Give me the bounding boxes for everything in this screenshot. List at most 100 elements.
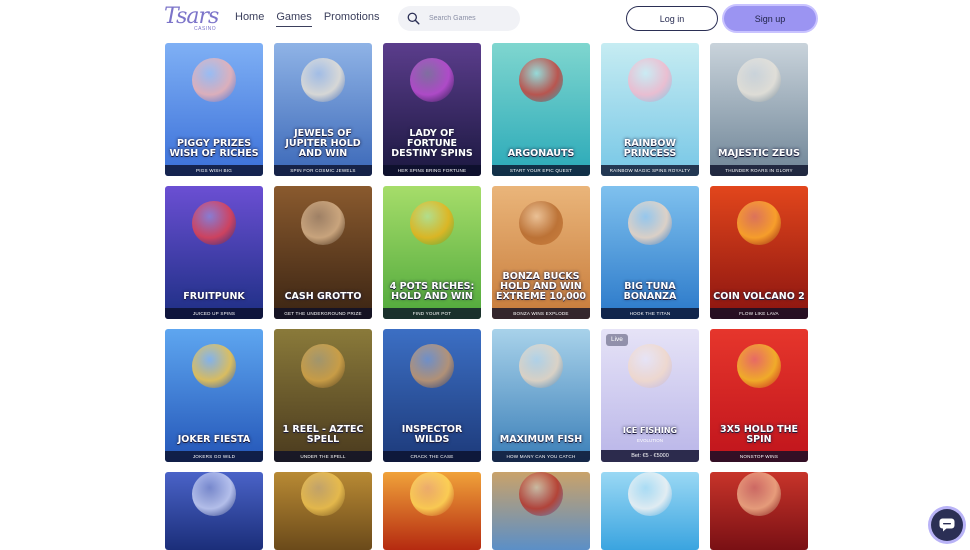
game-tile[interactable]: Bonza Bucks Hold and Win Extreme 10,000 B… <box>492 186 590 319</box>
game-character <box>192 201 236 246</box>
game-tile[interactable] <box>492 472 590 550</box>
game-title: 1 Reel - Aztec Spell <box>282 424 364 445</box>
game-tile[interactable]: 3x5 Hold the Spin NONSTOP WINS <box>710 329 808 462</box>
game-character <box>519 58 563 103</box>
game-character <box>737 58 781 103</box>
game-title: Bonza Bucks Hold and Win Extreme 10,000 <box>495 271 586 302</box>
game-tile[interactable]: Fruitpunk JUICED UP SPINS <box>165 186 263 319</box>
game-character <box>628 472 672 516</box>
game-character <box>628 201 672 246</box>
game-title: 4 Pots Riches: Hold and Win <box>389 281 475 302</box>
game-tile[interactable]: Maximum Fish HOW MANY CAN YOU CATCH <box>492 329 590 462</box>
search-input[interactable] <box>429 15 519 22</box>
game-tagline: FIND YOUR POT <box>383 308 481 319</box>
game-title: Joker Fiesta <box>177 434 251 445</box>
game-tagline: GET THE UNDERGROUND PRIZE <box>274 308 372 319</box>
game-grid: Piggy Prizes Wish of Riches PIGS WISH BIG… <box>165 43 808 550</box>
game-tile[interactable]: Joker Fiesta JOKERS GO WILD <box>165 329 263 462</box>
top-header: Tsars CASINO Home Games Promotions Log i… <box>0 0 970 40</box>
game-tile[interactable] <box>165 472 263 550</box>
game-character <box>737 201 781 246</box>
game-tile[interactable]: Jewels of Jupiter Hold and Win SPIN FOR C… <box>274 43 372 176</box>
game-title: Coin Volcano 2 <box>713 291 805 302</box>
game-title: Ice Fishing <box>622 426 678 435</box>
game-title: Piggy Prizes Wish of Riches <box>169 138 259 159</box>
game-tagline: CRACK THE CASE <box>383 451 481 462</box>
game-character <box>410 472 454 516</box>
game-tagline: HER SPINS BRING FORTUNE <box>383 165 481 176</box>
search-icon <box>407 12 420 25</box>
game-character <box>192 58 236 103</box>
game-tagline: FLOW LIKE LAVA <box>710 308 808 319</box>
game-title: Cash Grotto <box>284 291 362 302</box>
game-tagline: BONZA WINS EXPLODE <box>492 308 590 319</box>
game-character <box>628 58 672 103</box>
nav-games[interactable]: Games <box>276 11 312 27</box>
game-tile[interactable] <box>601 472 699 550</box>
game-tile[interactable] <box>274 472 372 550</box>
game-tile[interactable] <box>710 472 808 550</box>
game-tile[interactable]: 1 Reel - Aztec Spell UNDER THE SPELL <box>274 329 372 462</box>
game-title: 3x5 Hold the Spin <box>719 424 799 445</box>
game-tile[interactable] <box>383 472 481 550</box>
game-tagline: HOW MANY CAN YOU CATCH <box>492 451 590 462</box>
game-title: Fruitpunk <box>183 291 245 302</box>
game-tile[interactable]: Piggy Prizes Wish of Riches PIGS WISH BIG <box>165 43 263 176</box>
game-tagline: JOKERS GO WILD <box>165 451 263 462</box>
game-tagline: JUICED UP SPINS <box>165 308 263 319</box>
game-character <box>410 201 454 246</box>
game-character <box>519 201 563 246</box>
game-title: Majestic Zeus <box>718 148 800 159</box>
live-badge: Live <box>606 334 628 346</box>
game-tagline: PIGS WISH BIG <box>165 165 263 176</box>
game-character <box>301 58 345 103</box>
game-tile[interactable]: Lady of Fortune Destiny Spins HER SPINS B… <box>383 43 481 176</box>
game-tile[interactable]: Majestic Zeus THUNDER ROARS IN GLORY <box>710 43 808 176</box>
game-tile[interactable]: Big Tuna Bonanza HOOK THE TITAN <box>601 186 699 319</box>
game-character <box>301 201 345 246</box>
game-tile[interactable]: 4 Pots Riches: Hold and Win FIND YOUR POT <box>383 186 481 319</box>
game-title: Big Tuna Bonanza <box>623 281 677 302</box>
game-character <box>519 344 563 389</box>
game-tagline: START YOUR EPIC QUEST <box>492 165 590 176</box>
nav-promotions[interactable]: Promotions <box>324 11 380 27</box>
game-character <box>737 344 781 389</box>
game-tagline: NONSTOP WINS <box>710 451 808 462</box>
game-tile[interactable]: Coin Volcano 2 FLOW LIKE LAVA <box>710 186 808 319</box>
game-title: Jewels of Jupiter Hold and Win <box>285 128 361 159</box>
game-tagline: THUNDER ROARS IN GLORY <box>710 165 808 176</box>
game-title: Maximum Fish <box>499 434 583 445</box>
game-title: Rainbow Princess <box>623 138 677 159</box>
game-tile[interactable]: Rainbow Princess RAINBOW MAGIC SPINS ROYA… <box>601 43 699 176</box>
game-title: Lady of Fortune Destiny Spins <box>391 128 473 159</box>
game-character <box>519 472 563 516</box>
game-character <box>301 344 345 389</box>
game-tile[interactable]: Inspector Wilds CRACK THE CASE <box>383 329 481 462</box>
search-box[interactable] <box>398 6 520 31</box>
nav-home[interactable]: Home <box>235 11 264 27</box>
game-tagline: SPIN FOR COSMIC JEWELS <box>274 165 372 176</box>
tsars-logo[interactable]: Tsars CASINO <box>164 5 219 33</box>
game-tile[interactable]: Live Ice Fishing EVOLUTION Bet: €5 - €5000 <box>601 329 699 462</box>
game-tile[interactable]: Cash Grotto GET THE UNDERGROUND PRIZE <box>274 186 372 319</box>
game-character <box>410 344 454 389</box>
game-title: Argonauts <box>507 148 575 159</box>
game-character <box>410 58 454 103</box>
bet-range-ribbon: Bet: €5 - €5000 <box>601 450 699 462</box>
casino-page: Tsars CASINO Home Games Promotions Log i… <box>0 0 970 550</box>
chat-button[interactable] <box>931 509 963 541</box>
game-character <box>192 472 236 516</box>
game-character <box>628 344 672 389</box>
login-button[interactable]: Log in <box>626 6 718 31</box>
signup-button[interactable]: Sign up <box>724 6 816 31</box>
main-nav: Home Games Promotions <box>235 11 379 27</box>
game-provider: EVOLUTION <box>636 438 663 443</box>
game-tile[interactable]: Argonauts START YOUR EPIC QUEST <box>492 43 590 176</box>
logo-subtext: CASINO <box>194 26 217 32</box>
game-tagline: RAINBOW MAGIC SPINS ROYALTY <box>601 165 699 176</box>
game-character <box>192 344 236 389</box>
game-title: Inspector Wilds <box>401 424 463 445</box>
chat-icon <box>939 518 955 532</box>
game-character <box>301 472 345 516</box>
game-tagline: UNDER THE SPELL <box>274 451 372 462</box>
